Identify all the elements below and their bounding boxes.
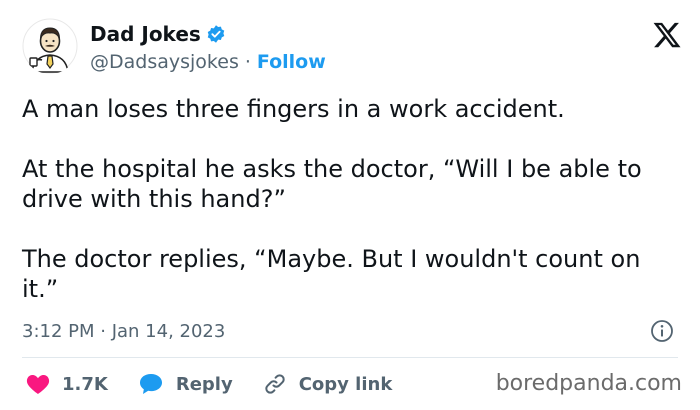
info-icon[interactable]	[650, 319, 674, 343]
like-count: 1.7K	[62, 373, 108, 395]
display-name[interactable]: Dad Jokes	[90, 22, 201, 46]
tweet-paragraph: A man loses three fingers in a work acci…	[22, 95, 565, 123]
link-icon	[265, 374, 285, 394]
reply-button[interactable]: Reply	[138, 372, 233, 396]
x-logo-icon[interactable]	[652, 20, 682, 50]
tweet-meta: 3:12 PM · Jan 14, 2023	[22, 318, 678, 344]
divider	[22, 357, 678, 358]
copy-link-button[interactable]: Copy link	[263, 372, 393, 396]
name-row: Dad Jokes	[90, 22, 226, 46]
tweet-text: A man loses three fingers in a work acci…	[22, 94, 672, 304]
watermark: boredpanda.com	[495, 371, 682, 396]
follow-button[interactable]: Follow	[257, 50, 326, 74]
handle-row: @Dadsaysjokes · Follow	[90, 50, 326, 74]
reply-bubble-icon	[139, 374, 162, 394]
tweet-card: Dad Jokes @Dadsaysjokes · Follow A man l…	[0, 0, 700, 410]
avatar[interactable]	[22, 18, 78, 74]
separator-dot: ·	[244, 51, 251, 73]
cartoon-dad-avatar-icon	[22, 18, 78, 74]
tweet-header: Dad Jokes @Dadsaysjokes · Follow	[22, 16, 682, 80]
tweet-paragraph: The doctor replies, “Maybe. But I wouldn…	[22, 245, 641, 303]
handle[interactable]: @Dadsaysjokes	[90, 50, 239, 74]
action-bar: 1.7K Reply Copy link	[26, 370, 422, 398]
timestamp[interactable]: 3:12 PM · Jan 14, 2023	[22, 321, 225, 342]
tweet-paragraph: At the hospital he asks the doctor, “Wil…	[22, 155, 642, 213]
reply-label: Reply	[175, 373, 233, 395]
heart-icon	[26, 375, 50, 394]
like-button[interactable]: 1.7K	[26, 373, 108, 395]
verified-badge-icon	[206, 24, 226, 44]
copy-link-label: Copy link	[298, 373, 393, 395]
